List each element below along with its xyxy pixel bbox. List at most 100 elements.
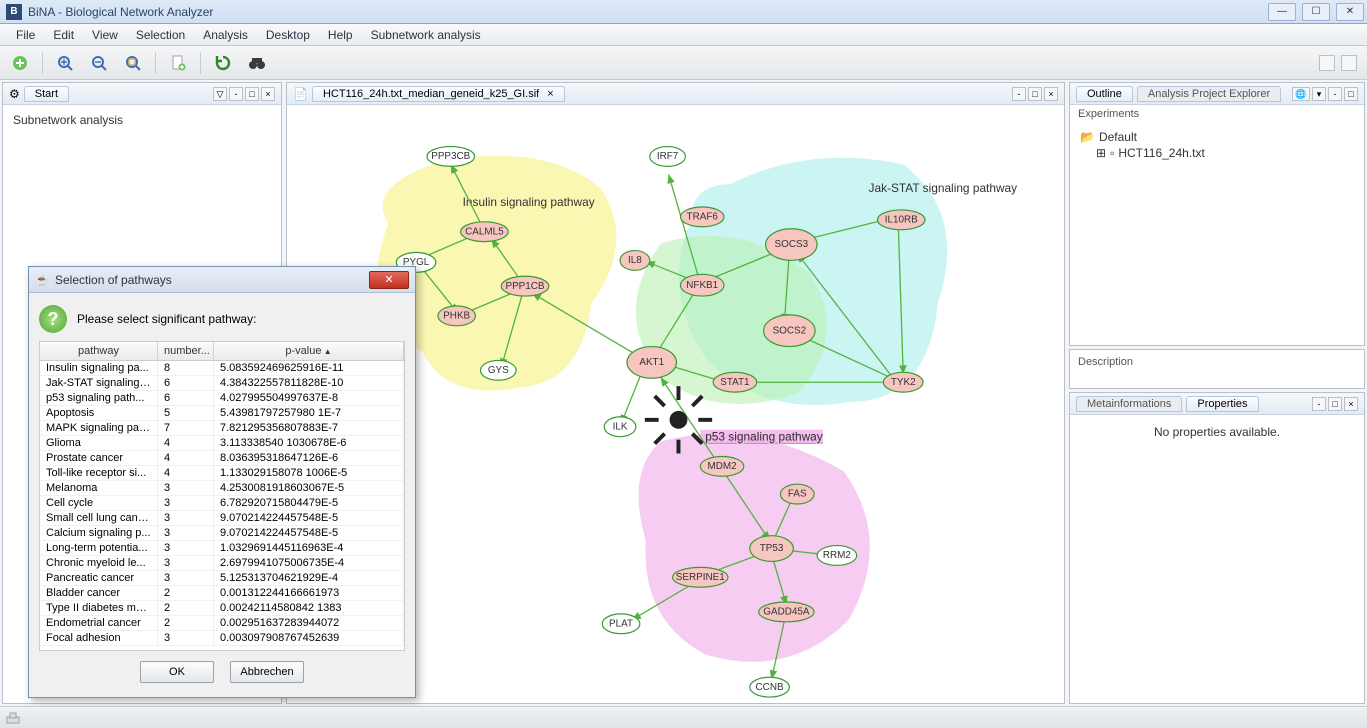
table-row[interactable]: Insulin signaling pa...85.08359246962591… [40, 361, 404, 376]
table-row[interactable]: Focal adhesion30.003097908767452639 [40, 631, 404, 646]
table-row[interactable]: Pancreatic cancer35.125313704621929E-4 [40, 571, 404, 586]
pathway-dialog[interactable]: Selection of pathways ✕ ? Please select … [28, 266, 416, 698]
node-ccnb[interactable]: CCNB [750, 677, 790, 697]
table-row[interactable]: Melanoma34.2530081918603067E-5 [40, 481, 404, 496]
menu-view[interactable]: View [84, 26, 126, 44]
dialog-titlebar[interactable]: Selection of pathways ✕ [29, 267, 415, 293]
binoculars-button[interactable] [245, 51, 269, 75]
dialog-close-button[interactable]: ✕ [369, 271, 409, 289]
table-row[interactable]: Bladder cancer20.001312244166661973 [40, 586, 404, 601]
table-row[interactable]: Jak-STAT signaling ...64.384322557811828… [40, 376, 404, 391]
ok-button[interactable]: OK [140, 661, 214, 683]
table-row[interactable]: Type II diabetes mel...20.00242114580842… [40, 601, 404, 616]
experiments-tree[interactable]: 📂 Default ⊞ ▫ HCT116_24h.txt [1070, 123, 1364, 167]
menu-file[interactable]: File [8, 26, 43, 44]
new-button[interactable] [8, 51, 32, 75]
zoom-fit-button[interactable] [121, 51, 145, 75]
node-fas[interactable]: FAS [780, 484, 814, 504]
table-row[interactable]: Apoptosis55.43981797257980 1E-7 [40, 406, 404, 421]
node-ppp1cb[interactable]: PPP1CB [501, 276, 549, 296]
table-row[interactable]: Glioma43.113338540 1030678E-6 [40, 436, 404, 451]
menu-selection[interactable]: Selection [128, 26, 193, 44]
table-row[interactable]: Small cell lung canc...39.07021422445754… [40, 511, 404, 526]
table-row[interactable]: MAPK signaling pat...77.821295356807883E… [40, 421, 404, 436]
menu-subnetwork-analysis[interactable]: Subnetwork analysis [363, 26, 489, 44]
outline-min-icon[interactable]: - [1328, 87, 1342, 101]
props-min-icon[interactable]: - [1312, 397, 1326, 411]
node-phkb[interactable]: PHKB [438, 306, 476, 326]
table-body[interactable]: Insulin signaling pa...85.08359246962591… [40, 361, 404, 649]
tab-start[interactable]: Start [24, 86, 69, 102]
close-panel-icon[interactable]: × [261, 87, 275, 101]
tab-properties[interactable]: Properties [1186, 396, 1258, 412]
table-row[interactable]: Chronic myeloid le...32.6979941075006735… [40, 556, 404, 571]
pathway-table[interactable]: pathway number... p-value Insulin signal… [39, 341, 405, 651]
props-max-icon[interactable]: □ [1328, 397, 1342, 411]
tree-file[interactable]: ⊞ ▫ HCT116_24h.txt [1096, 145, 1354, 161]
close-button[interactable]: ✕ [1336, 3, 1364, 21]
zoom-out-button[interactable] [87, 51, 111, 75]
table-row[interactable]: p53 signaling path...64.027995504997637E… [40, 391, 404, 406]
col-number[interactable]: number... [158, 342, 214, 360]
col-pathway[interactable]: pathway [40, 342, 158, 360]
table-row[interactable]: Long-term potentia...31.0329691445116963… [40, 541, 404, 556]
node-akt1[interactable]: AKT1 [627, 347, 677, 379]
minimize-panel-icon[interactable]: - [229, 87, 243, 101]
node-traf6[interactable]: TRAF6 [680, 207, 724, 227]
menu-analysis[interactable]: Analysis [195, 26, 256, 44]
node-il10rb[interactable]: IL10RB [877, 210, 925, 230]
expand-icon[interactable]: ⊞ [1096, 146, 1106, 160]
node-socs2[interactable]: SOCS2 [764, 315, 815, 347]
tree-default[interactable]: 📂 Default [1080, 129, 1354, 145]
props-close-icon[interactable]: × [1344, 397, 1358, 411]
node-ilk[interactable]: ILK [604, 417, 636, 437]
perspective-icon-2[interactable] [1341, 55, 1357, 71]
col-pvalue[interactable]: p-value [214, 342, 404, 360]
node-rrm2[interactable]: RRM2 [817, 546, 857, 566]
table-row[interactable]: Cell cycle36.782920715804479E-5 [40, 496, 404, 511]
table-row[interactable]: Calcium signaling p...39.070214224457548… [40, 526, 404, 541]
refresh-button[interactable] [211, 51, 235, 75]
maximize-panel-icon[interactable]: □ [245, 87, 259, 101]
center-maximize-icon[interactable]: □ [1028, 87, 1042, 101]
node-mdm2[interactable]: MDM2 [700, 456, 744, 476]
menu-help[interactable]: Help [320, 26, 361, 44]
tab-analysis-explorer[interactable]: Analysis Project Explorer [1137, 86, 1281, 102]
node-gadd45a[interactable]: GADD45A [759, 602, 814, 622]
new-doc-button[interactable] [166, 51, 190, 75]
perspective-icon-1[interactable] [1319, 55, 1335, 71]
center-minimize-icon[interactable]: - [1012, 87, 1026, 101]
node-socs3[interactable]: SOCS3 [766, 229, 817, 261]
cancel-button[interactable]: Abbrechen [230, 661, 304, 683]
table-row[interactable]: Endometrial cancer20.002951637283944072 [40, 616, 404, 631]
menu-desktop[interactable]: Desktop [258, 26, 318, 44]
file-icon: ▫ [1110, 146, 1114, 160]
filter-icon[interactable]: ▽ [213, 87, 227, 101]
minimize-button[interactable]: — [1268, 3, 1296, 21]
tab-outline[interactable]: Outline [1076, 86, 1133, 102]
node-il8[interactable]: IL8 [620, 251, 650, 271]
table-row[interactable]: Prostate cancer48.036395318647126E-6 [40, 451, 404, 466]
outline-max-icon[interactable]: □ [1344, 87, 1358, 101]
tab-document[interactable]: HCT116_24h.txt_median_geneid_k25_GI.sif … [312, 86, 565, 102]
node-tp53[interactable]: TP53 [750, 536, 794, 562]
tab-close-icon[interactable]: × [547, 88, 553, 100]
node-nfkb1[interactable]: NFKB1 [680, 274, 724, 296]
menu-edit[interactable]: Edit [45, 26, 82, 44]
node-serpine1[interactable]: SERPINE1 [673, 567, 728, 587]
center-close-icon[interactable]: × [1044, 87, 1058, 101]
node-calml5[interactable]: CALML5 [461, 222, 509, 242]
node-pp3cb[interactable]: PPP3CB [427, 147, 475, 167]
table-row[interactable]: Toll-like receptor si...41.133029158078 … [40, 466, 404, 481]
globe-icon[interactable]: 🌐 [1292, 87, 1310, 101]
node-tyk2[interactable]: TYK2 [883, 372, 923, 392]
tab-metainformations[interactable]: Metainformations [1076, 396, 1182, 412]
outline-dropdown-icon[interactable]: ▾ [1312, 87, 1326, 101]
node-irf7[interactable]: IRF7 [650, 147, 686, 167]
maximize-button[interactable]: ☐ [1302, 3, 1330, 21]
node-plat[interactable]: PLAT [602, 614, 640, 634]
zoom-in-button[interactable] [53, 51, 77, 75]
left-body[interactable]: Subnetwork analysis [3, 105, 281, 135]
node-stat1[interactable]: STAT1 [713, 372, 757, 392]
node-gys[interactable]: GYS [480, 360, 516, 380]
